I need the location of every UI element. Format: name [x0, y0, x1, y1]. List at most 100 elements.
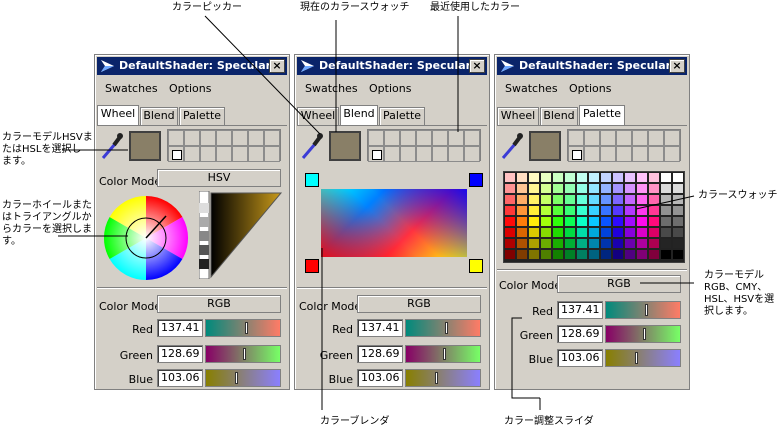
palette-swatch[interactable] — [625, 228, 635, 237]
recent-swatch[interactable] — [368, 130, 384, 146]
recent-swatch[interactable] — [568, 130, 584, 146]
palette-swatch[interactable] — [553, 195, 563, 204]
palette-swatch[interactable] — [673, 206, 683, 215]
palette-swatch[interactable] — [565, 228, 575, 237]
palette-swatch[interactable] — [613, 250, 623, 259]
palette-swatch[interactable] — [529, 217, 539, 226]
palette-swatch[interactable] — [541, 184, 551, 193]
palette-swatch[interactable] — [649, 250, 659, 259]
current-color-swatch[interactable] — [529, 131, 561, 161]
palette-swatch[interactable] — [589, 228, 599, 237]
green-slider[interactable] — [405, 345, 481, 363]
palette-swatch[interactable] — [661, 206, 671, 215]
eyedropper-icon[interactable] — [299, 131, 325, 161]
recent-swatch[interactable] — [648, 130, 664, 146]
recent-swatch[interactable] — [464, 130, 480, 146]
palette-swatch[interactable] — [505, 184, 515, 193]
recent-swatch[interactable] — [216, 130, 232, 146]
red-value-field[interactable]: 137.41 — [557, 301, 603, 319]
blue-slider[interactable] — [405, 369, 481, 387]
palette-swatch[interactable] — [649, 217, 659, 226]
palette-swatch[interactable] — [505, 228, 515, 237]
blend-corner-blue[interactable] — [469, 173, 483, 187]
palette-swatch[interactable] — [565, 239, 575, 248]
recent-swatch[interactable] — [448, 146, 464, 162]
tab-palette[interactable]: Palette — [179, 107, 225, 125]
palette-swatch[interactable] — [529, 195, 539, 204]
palette-swatch[interactable] — [541, 228, 551, 237]
palette-swatch[interactable] — [577, 239, 587, 248]
recent-swatch[interactable] — [184, 146, 200, 162]
palette-swatch[interactable] — [625, 195, 635, 204]
green-slider[interactable] — [205, 345, 281, 363]
eyedropper-icon[interactable] — [99, 131, 125, 161]
recent-swatch[interactable] — [232, 146, 248, 162]
blend-corner-yellow[interactable] — [469, 259, 483, 273]
recent-swatch[interactable] — [464, 146, 480, 162]
menu-swatches[interactable]: Swatches — [105, 82, 158, 95]
palette-swatch[interactable] — [637, 184, 647, 193]
tab-wheel[interactable]: Wheel — [297, 107, 339, 125]
palette-swatch[interactable] — [637, 228, 647, 237]
palette-swatch[interactable] — [625, 206, 635, 215]
palette-swatch[interactable] — [577, 250, 587, 259]
palette-swatch[interactable] — [601, 173, 611, 182]
palette-swatch[interactable] — [625, 173, 635, 182]
palette-swatch[interactable] — [649, 173, 659, 182]
menu-swatches[interactable]: Swatches — [305, 82, 358, 95]
palette-swatch[interactable] — [589, 195, 599, 204]
eyedropper-icon[interactable] — [499, 131, 525, 161]
slider-handle[interactable] — [245, 322, 248, 334]
recent-swatch[interactable] — [416, 130, 432, 146]
recent-swatch[interactable] — [664, 146, 680, 162]
palette-swatch[interactable] — [649, 228, 659, 237]
palette-swatch[interactable] — [589, 250, 599, 259]
palette-swatch[interactable] — [661, 250, 671, 259]
tab-blend[interactable]: Blend — [140, 107, 178, 125]
palette-swatch[interactable] — [517, 195, 527, 204]
green-value-field[interactable]: 128.69 — [157, 345, 203, 363]
close-button[interactable]: × — [669, 59, 685, 73]
red-value-field[interactable]: 137.41 — [157, 319, 203, 337]
palette-swatch[interactable] — [613, 217, 623, 226]
recent-swatch[interactable] — [664, 130, 680, 146]
palette-swatch[interactable] — [625, 217, 635, 226]
palette-swatch[interactable] — [673, 173, 683, 182]
palette-swatch[interactable] — [625, 184, 635, 193]
recent-swatch[interactable] — [416, 146, 432, 162]
slider-handle[interactable] — [635, 352, 638, 364]
palette-swatch[interactable] — [637, 173, 647, 182]
color-model-rgb-button[interactable]: RGB — [157, 295, 281, 313]
palette-swatch[interactable] — [613, 173, 623, 182]
palette-swatch[interactable] — [529, 250, 539, 259]
palette-swatch[interactable] — [565, 250, 575, 259]
tab-blend[interactable]: Blend — [340, 105, 378, 125]
palette-swatch[interactable] — [613, 239, 623, 248]
palette-swatch[interactable] — [565, 217, 575, 226]
recent-swatch[interactable] — [384, 130, 400, 146]
recent-swatch[interactable] — [448, 130, 464, 146]
blend-corner-red[interactable] — [305, 259, 319, 273]
recent-swatch[interactable] — [432, 130, 448, 146]
palette-swatch[interactable] — [577, 195, 587, 204]
palette-swatch[interactable] — [637, 195, 647, 204]
palette-swatch[interactable] — [661, 228, 671, 237]
recent-swatch[interactable] — [632, 130, 648, 146]
palette-swatch[interactable] — [625, 250, 635, 259]
recent-swatch[interactable] — [400, 146, 416, 162]
recent-swatch[interactable] — [200, 130, 216, 146]
palette-swatch[interactable] — [541, 217, 551, 226]
palette-swatch[interactable] — [601, 250, 611, 259]
tab-wheel[interactable]: Wheel — [497, 107, 539, 125]
color-model-rgb-button[interactable]: RGB — [357, 295, 481, 313]
blend-corner-cyan[interactable] — [305, 173, 319, 187]
palette-swatch[interactable] — [601, 228, 611, 237]
palette-swatch[interactable] — [529, 184, 539, 193]
palette-swatch[interactable] — [661, 173, 671, 182]
palette-swatch[interactable] — [673, 195, 683, 204]
palette-swatch[interactable] — [553, 184, 563, 193]
red-slider[interactable] — [205, 319, 281, 337]
palette-swatch[interactable] — [553, 206, 563, 215]
slider-handle[interactable] — [645, 304, 648, 316]
palette-swatch[interactable] — [517, 250, 527, 259]
